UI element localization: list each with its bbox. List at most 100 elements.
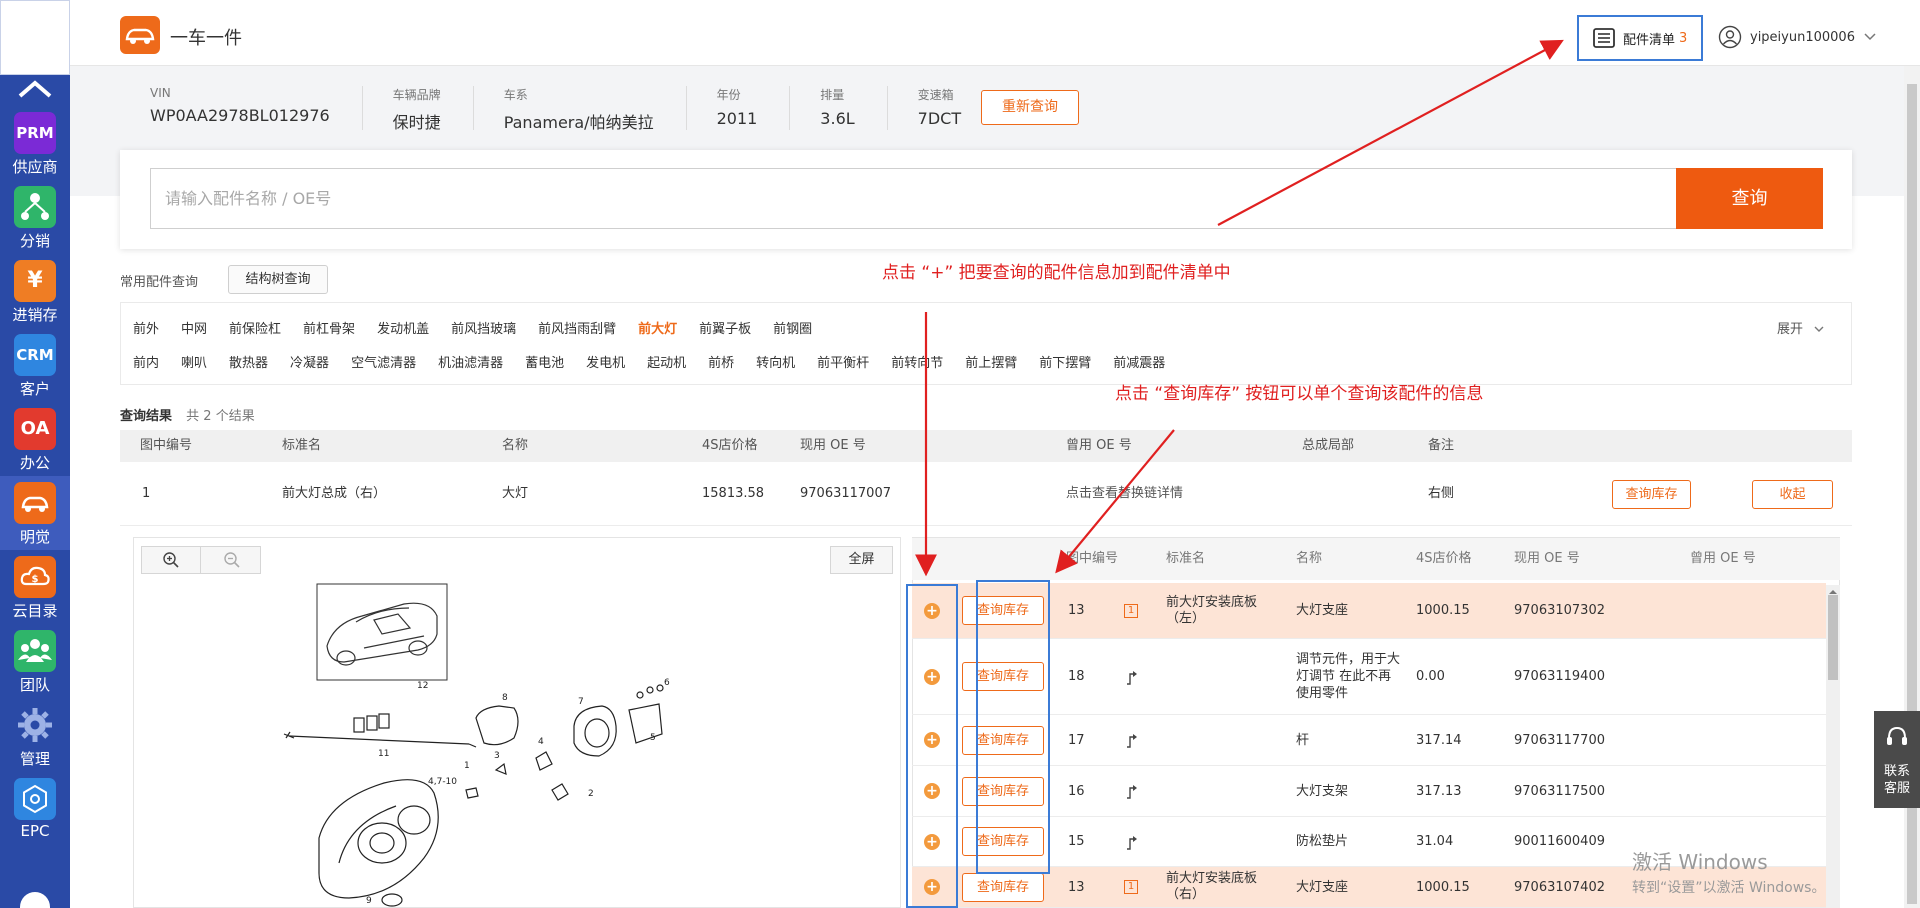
collapse-button[interactable]: 收起 [1752,480,1833,509]
column-header: 4S店价格 [1416,551,1472,566]
column-header: 备注 [1428,438,1455,453]
common-part-tag[interactable]: 发电机 [586,356,625,371]
common-part-tag[interactable]: 机油滤清器 [438,356,503,371]
table-row[interactable]: 1 前大灯总成（右） 大灯 15813.58 97063117007 点击查看替… [120,462,1852,526]
tag-row: 前内 喇叭 散热器 冷凝器 空气滤清器 机油滤清器 蓄电池 发电机 起动机 前桥 转向机 前平衡杆 前转… [133,352,1187,371]
query-stock-button[interactable]: 查询库存 [962,872,1044,902]
cell-price: 1000.15 [1416,603,1470,618]
diagram-label: 9 [366,896,372,906]
common-part-tag[interactable]: 前外 [133,322,159,337]
diagram-label: 4 [538,737,544,747]
structure-tree-button[interactable]: 结构树查询 [228,265,328,294]
column-header: 标准名 [282,438,322,453]
common-part-tag[interactable]: 空气滤清器 [351,356,416,371]
common-part-tag[interactable]: 前减震器 [1113,356,1165,371]
username: yipeiyun100006 [1750,29,1855,45]
sidebar-item-mingjue[interactable]: 明觉 [0,476,70,550]
query-stock-button[interactable]: 查询库存 [1612,480,1691,509]
parts-list-label: 配件清单 [1623,32,1676,48]
replacement-chain-link[interactable]: 点击查看替换链详情 [1066,462,1183,526]
requery-button[interactable]: 重新查询 [981,90,1079,125]
parts-table-scrollbar[interactable] [1826,585,1840,908]
common-part-tag[interactable]: 散热器 [229,356,268,371]
common-part-tag[interactable]: 前风挡雨刮臂 [538,322,616,337]
distribution-icon [14,186,56,228]
cell-name: 防松垫片 [1296,834,1349,849]
annotation-highlight-add-column [906,584,958,908]
sidebar-item-crm[interactable]: CRM 客户 [0,328,70,402]
zoom-out-icon[interactable] [202,547,261,573]
sidebar-item-manage[interactable]: 管理 [0,698,70,772]
common-part-tag[interactable]: 发动机盖 [377,322,429,337]
cell-price: 1000.15 [1416,879,1470,895]
common-part-tag[interactable]: 前风挡玻璃 [451,322,516,337]
vehicle-field-value: 2011 [716,109,758,128]
common-parts-label: 常用配件查询 [120,275,199,290]
relation-arrow-icon [1127,835,1137,850]
common-part-tag[interactable]: 蓄电池 [525,356,564,371]
cell-oe: 90011600409 [1514,834,1605,849]
cell-name: 大灯支座 [1296,603,1349,618]
diagram-label: 6 [664,678,670,688]
cell-name: 调节元件，用于大灯调节 在此不再使用零件 [1296,652,1401,701]
common-part-tag[interactable]: 前翼子板 [699,322,751,337]
scrollbar-thumb[interactable] [1828,595,1838,680]
sidebar-item-epc[interactable]: EPC [0,772,70,846]
common-part-tag[interactable]: 前转向节 [891,356,943,371]
user-menu[interactable]: yipeiyun100006 [1718,25,1877,49]
column-header: 曾用 OE 号 [1066,438,1132,453]
sidebar-item-label: EPC [20,822,50,840]
common-part-tag[interactable]: 前桥 [708,356,734,371]
cell-name: 杆 [1296,732,1310,748]
common-part-tag[interactable]: 前内 [133,356,159,371]
sidebar-item-oa[interactable]: OA 办公 [0,402,70,476]
common-parts-tags: 前外 中网 前保险杠 前杠骨架 发动机盖 前风挡玻璃 前风挡雨刮臂 前大灯 前翼子板 前钢圈 前内… [120,302,1852,385]
sidebar-item-inventory[interactable]: ¥ 进销存 [0,254,70,328]
parts-diagram[interactable]: 12 11 8 7 6 5 4 3 2 4,7-10 9 1 [133,537,901,908]
top-bar: 一车一件 配件清单 3 yipeiyun100006 [70,0,1920,66]
common-part-tag[interactable]: 转向机 [756,356,795,371]
sidebar-item-label: 分销 [19,232,50,250]
sidebar-item-label: 管理 [19,750,50,768]
sidebar-item-distribution[interactable]: 分销 [0,180,70,254]
fullscreen-button[interactable]: 全屏 [830,546,893,574]
zoom-controls [141,546,261,574]
vehicle-field-vin: VIN WP0AA2978BL012976 [150,86,363,130]
common-part-tag[interactable]: 中网 [181,322,207,337]
expand-toggle[interactable]: 展开 [1777,318,1825,337]
parts-list-button[interactable]: 配件清单 3 [1577,15,1703,61]
watermark-subtitle: 转到“设置”以激活 Windows。 [1632,880,1826,896]
common-part-tag[interactable]: 前杠骨架 [303,322,355,337]
zoom-in-icon[interactable] [142,547,201,573]
customer-service-button[interactable]: 联系客服 [1874,711,1920,808]
sidebar-item-team[interactable]: 团队 [0,624,70,698]
common-part-tag[interactable]: 前钢圈 [773,322,812,337]
column-header: 图中编号 [1066,551,1119,566]
common-part-tag[interactable]: 喇叭 [181,356,207,371]
common-part-tag[interactable]: 前上摆臂 [965,356,1017,371]
vehicle-field-value: 7DCT [917,109,962,128]
cell-num: 15 [1068,834,1085,849]
sidebar-item-supplier[interactable]: PRM 供应商 [0,106,70,180]
sidebar-item-label: 供应商 [12,158,58,176]
search-button[interactable]: 查询 [1676,168,1823,229]
common-part-tag[interactable]: 冷凝器 [290,356,329,371]
column-header: 名称 [1296,551,1323,566]
cell-num: 16 [1068,783,1085,799]
sidebar-item-label: 团队 [19,676,50,694]
common-part-tag[interactable]: 前下摆臂 [1039,356,1091,371]
sidebar-more-icon[interactable] [20,892,50,908]
search-input[interactable]: 请输入配件名称 / OE号 [150,168,1677,229]
common-part-tag[interactable]: 前大灯 [638,322,677,337]
vehicle-field-key: 排量 [820,88,845,102]
vehicle-field-year: 年份 2011 [717,86,791,130]
cell-name: 大灯 [502,486,529,501]
sidebar-item-cloud-catalog[interactable]: $ 云目录 [0,550,70,624]
scroll-up-icon[interactable] [0,76,70,102]
vehicle-field-key: 年份 [716,88,741,102]
common-part-tag[interactable]: 前平衡杆 [817,356,869,371]
common-part-tag[interactable]: 前保险杠 [229,322,281,337]
headlight-exploded-diagram: 12 11 8 7 6 5 4 3 2 4,7-10 9 1 [283,583,670,907]
results-count: 共 2 个结果 [186,409,255,424]
common-part-tag[interactable]: 起动机 [647,356,686,371]
